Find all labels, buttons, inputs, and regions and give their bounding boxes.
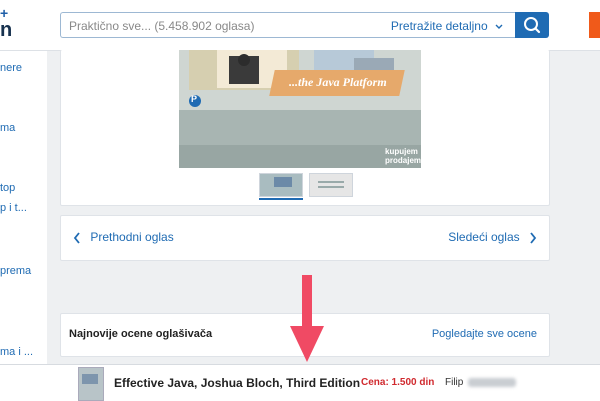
view-all-ratings-link[interactable]: Pogledajte sve ocene (432, 328, 537, 340)
logo-plus: + (0, 5, 9, 21)
sidebar-item[interactable]: prema (0, 265, 31, 277)
logo-letter: n (0, 19, 13, 41)
publisher-logo-mark: P (191, 94, 198, 104)
sticky-ad-summary-bar: Effective Java, Joshua Bloch, Third Edit… (0, 364, 600, 401)
active-thumbnail-indicator (259, 198, 303, 200)
category-sidebar: nere ma top p i t... prema ma i ... (0, 51, 47, 364)
image-gallery: ...the Java Platform P kupujem prodajem (60, 50, 550, 206)
ad-thumbnail[interactable] (78, 367, 104, 401)
detailed-search-label: Pretražite detaljno (390, 19, 488, 33)
previous-ad-link[interactable]: Prethodni oglas (73, 230, 174, 244)
ad-title[interactable]: Effective Java, Joshua Bloch, Third Edit… (114, 376, 360, 390)
seller-surname-redacted (468, 378, 516, 387)
ratings-heading: Najnovije ocene oglašivača (69, 328, 213, 340)
sidebar-item[interactable]: ma (0, 122, 15, 134)
previous-ad-label: Prethodni oglas (90, 230, 174, 244)
thumbnail-2[interactable] (309, 173, 353, 197)
seller-name[interactable]: Filip (445, 377, 463, 388)
search-icon (524, 17, 541, 34)
sidebar-item[interactable]: nere (0, 62, 22, 74)
ad-navigation: Prethodni oglas Sledeći oglas (60, 215, 550, 261)
ad-price: Cena: 1.500 din (361, 377, 435, 388)
search-input[interactable] (67, 16, 391, 36)
chevron-left-icon (73, 232, 80, 244)
site-header: + n Pretražite detaljno (0, 0, 600, 51)
thumbnail-1[interactable] (259, 173, 303, 197)
seller-ratings: Najnovije ocene oglašivača Pogledajte sv… (60, 313, 550, 357)
search-box: Pretražite detaljno (60, 12, 515, 38)
sidebar-item[interactable]: p i t... (0, 202, 27, 214)
sidebar-item[interactable]: top (0, 182, 15, 194)
next-ad-label: Sledeći oglas (448, 230, 520, 244)
photo-caption: ...the Java Platform (289, 75, 387, 89)
post-ad-button[interactable] (589, 12, 600, 38)
watermark-line1: kupujem (385, 147, 418, 156)
detailed-search-toggle[interactable]: Pretražite detaljno (391, 19, 503, 33)
chevron-right-icon (530, 232, 537, 244)
site-logo[interactable]: + n (0, 6, 20, 40)
sidebar-item[interactable]: ma i ... (0, 346, 33, 358)
search-button[interactable] (515, 12, 549, 38)
next-ad-link[interactable]: Sledeći oglas (448, 230, 537, 244)
main-photo[interactable]: ...the Java Platform P kupujem prodajem (179, 50, 421, 168)
chevron-down-icon (495, 24, 503, 29)
watermark-line2: prodajem (385, 156, 421, 165)
